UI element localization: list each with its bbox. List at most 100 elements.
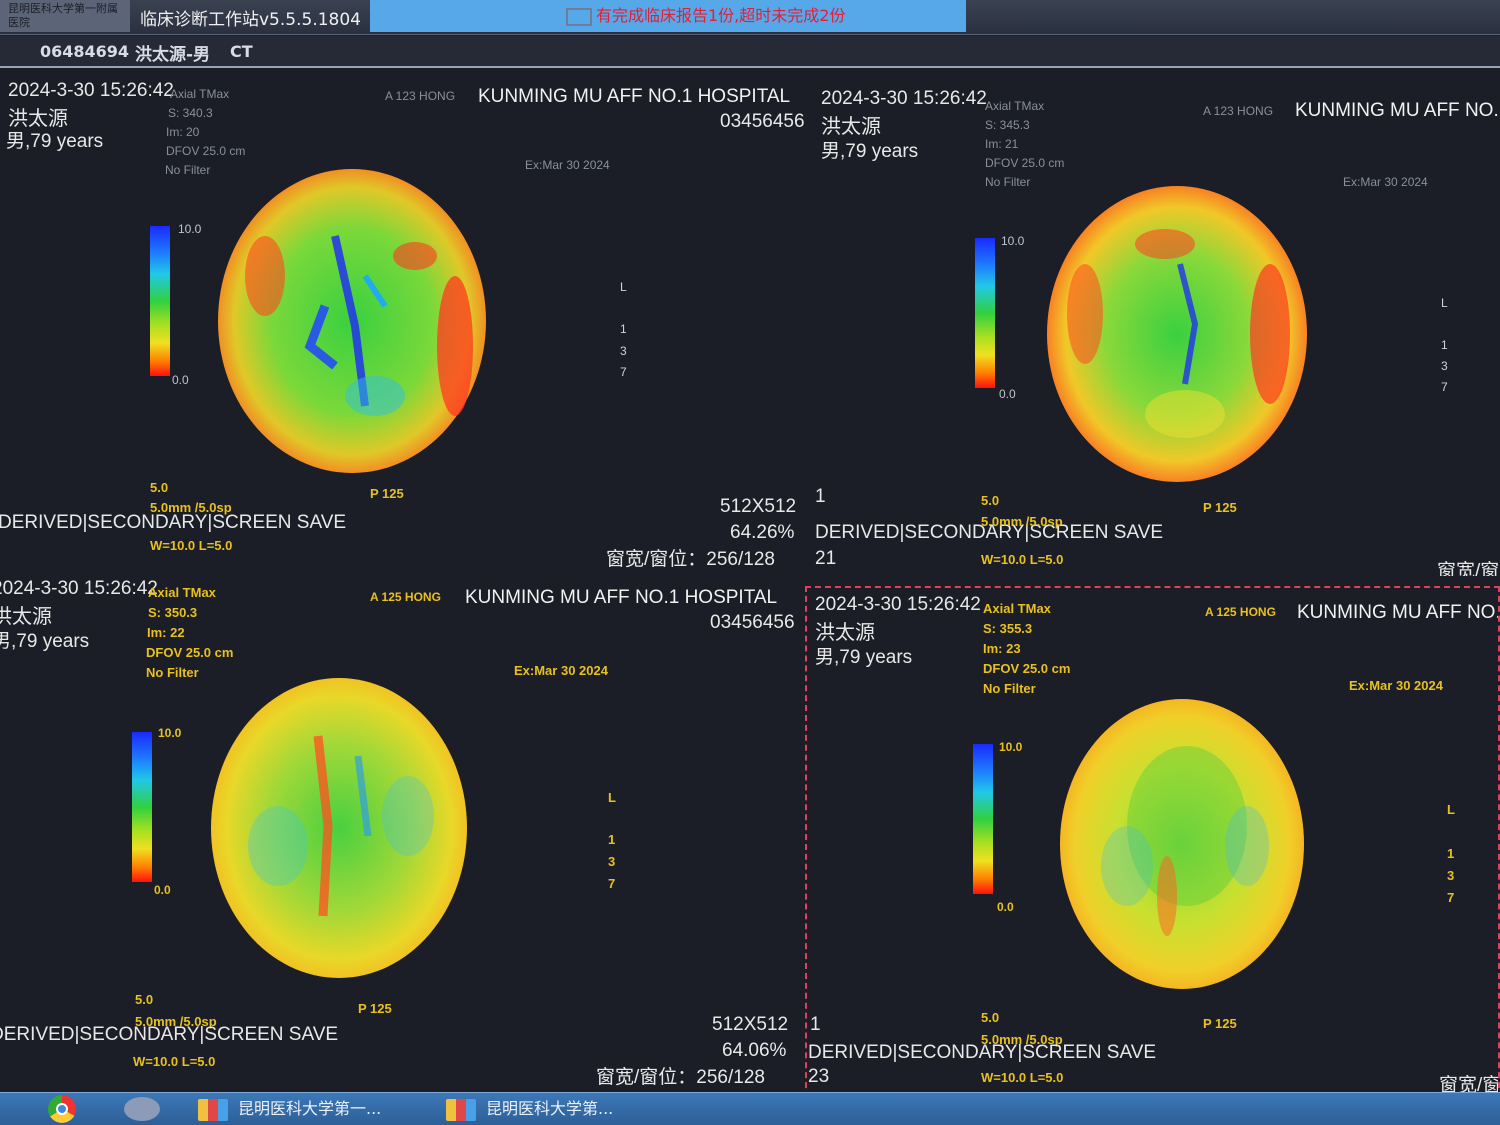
hospital-id: 03456456: [720, 111, 805, 132]
brain-perfusion-map: [211, 678, 467, 978]
side-digit: 7: [1441, 380, 1448, 394]
thickness-top: 5.0: [981, 493, 1000, 508]
thickness-top: 5.0: [150, 480, 169, 495]
chrome-icon[interactable]: [48, 1095, 76, 1123]
filter: No Filter: [983, 681, 1036, 696]
derived-label: DERIVED|SECONDARY|SCREEN SAVE: [808, 1042, 1157, 1063]
hospital-name: KUNMING MU AFF NO.1 HOSPITAL: [1295, 100, 1500, 121]
slice-location: S: 350.3: [148, 605, 198, 620]
zoom-level: 64.06%: [722, 1040, 787, 1061]
filter: No Filter: [146, 665, 199, 680]
color-scale-min: 0.0: [997, 900, 1014, 914]
derived-label: DERIVED|SECONDARY|SCREEN SAVE: [0, 1024, 339, 1045]
window-level: W=10.0 L=5.0: [981, 1070, 1064, 1085]
patient-sex-age: 男,79 years: [6, 131, 104, 152]
frame-total: 21: [815, 548, 837, 569]
window-level: W=10.0 L=5.0: [150, 538, 233, 553]
filter: No Filter: [165, 163, 211, 177]
report-notice-banner[interactable]: 有完成临床报告1份,超时未完成2份: [370, 0, 966, 32]
report-notice-text: 有完成临床报告1份,超时未完成2份: [596, 6, 846, 25]
side-digit: 3: [608, 854, 616, 869]
patient-sex-age: 男,79 years: [815, 647, 913, 668]
color-scale-bar: [973, 744, 993, 894]
app-title: 临床诊断工作站v5.5.5.1804: [140, 10, 361, 30]
exam-date: Ex:Mar 30 2024: [1343, 175, 1428, 189]
filter: No Filter: [985, 175, 1031, 189]
title-bar: 昆明医科大学第一附属医院 临床诊断工作站v5.5.5.1804 有完成临床报告1…: [0, 0, 1500, 35]
study-datetime: 2024-3-30 15:26:42: [821, 88, 987, 109]
side-digit: 3: [1447, 868, 1455, 883]
patient-info-bar: 06484694 洪太源-男 CT: [0, 36, 1500, 68]
study-datetime: 2024-3-30 15:26:42: [815, 594, 981, 615]
series-desc: Axial TMax: [983, 601, 1051, 616]
color-scale-bar: [150, 226, 170, 376]
patient-id: 06484694: [40, 42, 130, 61]
patient-name: 洪太源-男: [135, 45, 211, 65]
thickness-top: 5.0: [981, 1010, 1000, 1025]
brain-perfusion-map: [218, 169, 486, 473]
color-scale-min: 0.0: [154, 883, 171, 897]
color-scale-bar: [132, 732, 152, 882]
hospital-name: KUNMING MU AFF NO.1 HOSPITAL: [465, 587, 778, 608]
hospital-prefix: A 123 HONG: [1203, 104, 1274, 118]
viewport-2[interactable]: 1 DERIVED|SECONDARY|SCREEN SAVE 21 2024-…: [805, 76, 1500, 576]
color-scale-max: 10.0: [1001, 234, 1025, 248]
brain-perfusion-map: [1047, 186, 1307, 482]
patient-name-overlay: 洪太源: [821, 116, 881, 138]
zoom-level: 64.26%: [730, 522, 795, 543]
viewport-3[interactable]: 2024-3-30 15:26:42 洪太源 男,79 years Axial …: [0, 578, 805, 1088]
window-icon: [198, 1099, 228, 1121]
viewport-4-selected[interactable]: 2024-3-30 15:26:42 洪太源 男,79 years Axial …: [805, 586, 1500, 1098]
color-scale-min: 0.0: [172, 373, 189, 387]
orientation-label: L: [1441, 296, 1448, 310]
image-number: Im: 21: [985, 137, 1019, 151]
side-digit: 1: [608, 832, 616, 847]
side-digit: 3: [620, 344, 627, 358]
color-scale-max: 10.0: [178, 222, 202, 236]
slice-location: S: 355.3: [983, 621, 1033, 636]
hospital-name: KUNMING MU AFF NO.1 HOSPITAL: [1297, 602, 1498, 623]
position-label: P 125: [1203, 500, 1237, 515]
matrix-size: 512X512: [712, 1014, 789, 1035]
color-scale-min: 0.0: [999, 387, 1016, 401]
hospital-prefix: A 125 HONG: [370, 590, 441, 604]
patient-sex-age: 男,79 years: [821, 141, 919, 162]
side-digit: 1: [620, 322, 627, 336]
modality: CT: [230, 42, 253, 61]
app-icon[interactable]: [124, 1097, 160, 1121]
orientation-label: L: [1447, 802, 1455, 817]
series-desc: Axial TMax: [148, 585, 216, 600]
position-label: P 125: [370, 486, 404, 501]
dfov: DFOV 25.0 cm: [983, 661, 1071, 676]
study-datetime: 2024-3-30 15:26:42: [8, 80, 174, 101]
series-desc: Axial TMax: [170, 87, 230, 101]
side-digit: 7: [620, 365, 627, 379]
taskbar-item-1[interactable]: 昆明医科大学第一...: [238, 1095, 381, 1123]
image-number: Im: 23: [983, 641, 1021, 656]
side-digit: 1: [1447, 846, 1455, 861]
position-label: P 125: [358, 1001, 392, 1016]
image-number: Im: 22: [147, 625, 185, 640]
side-digit: 3: [1441, 359, 1448, 373]
derived-label: DERIVED|SECONDARY|SCREEN SAVE: [0, 512, 347, 533]
hospital-logo: 昆明医科大学第一附属医院: [0, 0, 130, 32]
orientation-label: L: [620, 280, 627, 294]
color-scale-max: 10.0: [999, 740, 1023, 754]
exam-date: Ex:Mar 30 2024: [1349, 678, 1443, 693]
position-label: P 125: [1203, 1016, 1237, 1031]
taskbar-item-2[interactable]: 昆明医科大学第...: [486, 1095, 613, 1123]
orientation-label: L: [608, 790, 616, 805]
hospital-name: KUNMING MU AFF NO.1 HOSPITAL: [478, 86, 791, 107]
window-icon: [446, 1099, 476, 1121]
slice-thickness: 5.0mm /5.0sp: [981, 514, 1063, 529]
patient-name-overlay: 洪太源: [815, 622, 875, 644]
viewport-1[interactable]: 2024-3-30 15:26:42 洪太源 男,79 years Axial …: [0, 76, 805, 576]
side-digit: 7: [1447, 890, 1455, 905]
frame-total: 23: [808, 1066, 830, 1087]
exam-date: Ex:Mar 30 2024: [525, 158, 610, 172]
dfov: DFOV 25.0 cm: [166, 144, 246, 158]
matrix-size: 512X512: [720, 496, 797, 517]
brain-perfusion-map: [1060, 699, 1304, 989]
image-number: Im: 20: [166, 125, 200, 139]
study-datetime: 2024-3-30 15:26:42: [0, 578, 158, 599]
